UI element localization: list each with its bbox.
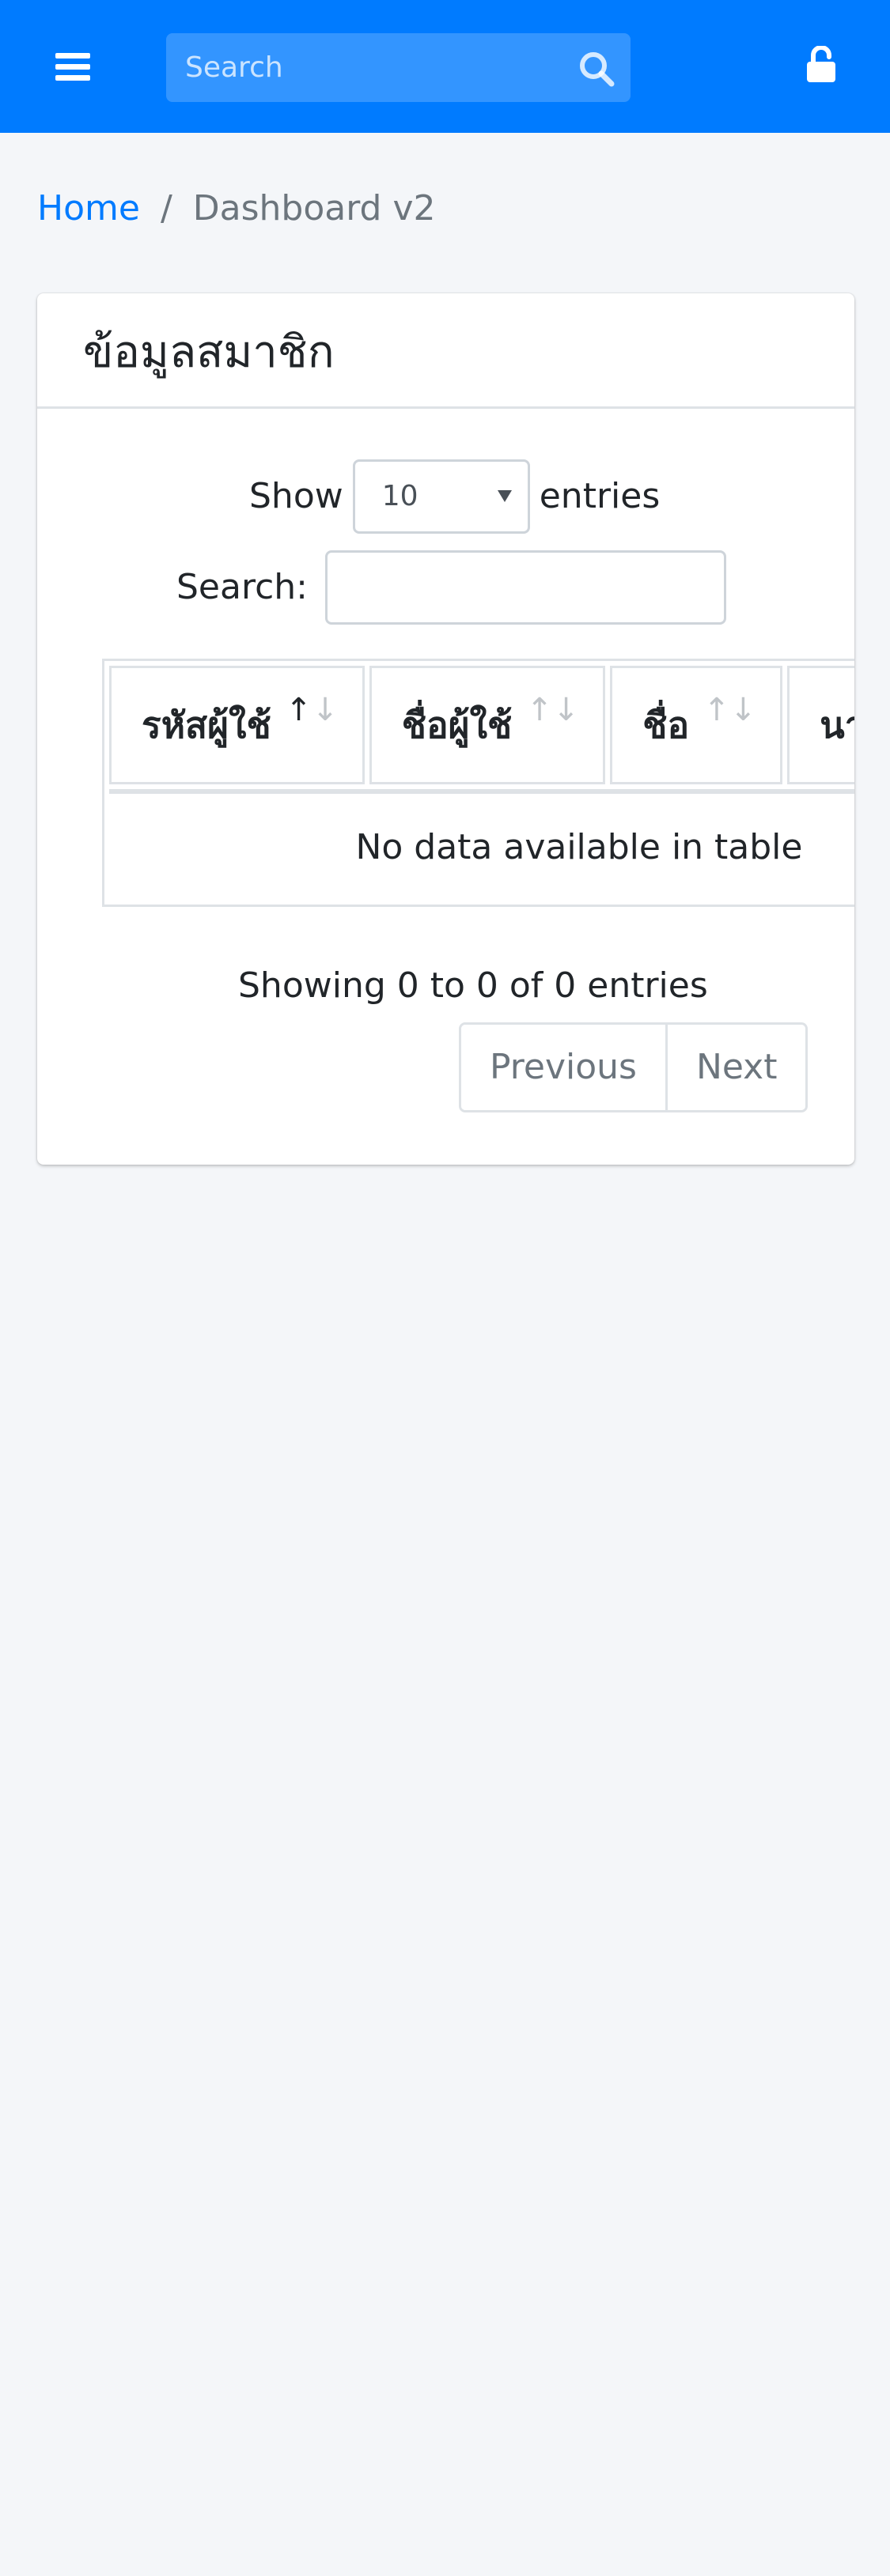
column-header-label: ชื่อผู้ใช้ [401, 703, 513, 746]
breadcrumb-current: Dashboard v2 [192, 188, 436, 229]
entries-per-page-select[interactable]: 10 [352, 459, 530, 534]
column-header[interactable]: ชื่อผู้ใช้ ↑↓ [369, 666, 606, 784]
breadcrumb: Home / Dashboard v2 [37, 185, 436, 232]
search-icon[interactable] [577, 49, 616, 89]
navbar-search [166, 33, 631, 102]
breadcrumb-home-link[interactable]: Home [37, 188, 140, 229]
members-table: รหัสผู้ใช้↑↓ชื่อผู้ใช้↑↓ชื่อ↑↓นามสกุล↑↓ … [102, 659, 854, 907]
table-search-input[interactable] [325, 550, 726, 625]
card-header: ข้อมูลสมาชิก [37, 293, 854, 409]
navbar-search-input[interactable] [166, 33, 562, 102]
column-header[interactable]: นามสกุล↑↓ [787, 666, 854, 784]
members-card: ข้อมูลสมาชิก Show 10 entries Search: รหัสผ… [37, 293, 854, 1165]
sort-arrows-icon: ↑↓ [526, 691, 580, 728]
chevron-down-icon [497, 490, 512, 502]
table-row: No data available in table [109, 789, 854, 900]
table-search-label: Search: [176, 567, 308, 607]
datatable-length: Show 10 entries [249, 459, 660, 534]
table-header-row: รหัสผู้ใช้ ↑↓ ชื่อผู้ใช้ ↑↓ ชื่อ ↑↓ นามสกุล↑↓ [109, 666, 854, 784]
column-header[interactable]: รหัสผู้ใช้ ↑↓ [109, 666, 365, 784]
entries-per-page-value: 10 [381, 480, 418, 512]
empty-table-message: No data available in table [109, 789, 854, 900]
unlock-icon[interactable] [805, 46, 837, 82]
column-header-label: รหัสผู้ใช้ [142, 703, 271, 746]
column-header[interactable]: ชื่อ ↑↓ [610, 666, 783, 784]
length-label-entries: entries [539, 476, 661, 516]
table-info: Showing 0 to 0 of 0 entries [238, 965, 708, 1006]
sort-arrows-icon: ↑↓ [703, 691, 757, 728]
bars-icon[interactable] [55, 53, 90, 81]
next-page-button[interactable]: Next [665, 1025, 806, 1110]
previous-page-button[interactable]: Previous [461, 1025, 665, 1110]
datatable-filter: Search: [176, 550, 726, 625]
length-label-show: Show [249, 476, 343, 516]
table-scroll-area[interactable]: รหัสผู้ใช้↑↓ชื่อผู้ใช้↑↓ชื่อ↑↓นามสกุล↑↓ … [102, 659, 854, 915]
sort-arrows-icon: ↑↓ [285, 691, 339, 728]
card-title: ข้อมูลสมาชิก [83, 327, 335, 378]
top-navbar [0, 0, 890, 133]
column-header-label: นามสกุล [820, 703, 854, 746]
pagination: Previous Next [459, 1022, 809, 1112]
breadcrumb-separator: / [160, 188, 172, 229]
column-header-label: ชื่อ [642, 703, 690, 746]
